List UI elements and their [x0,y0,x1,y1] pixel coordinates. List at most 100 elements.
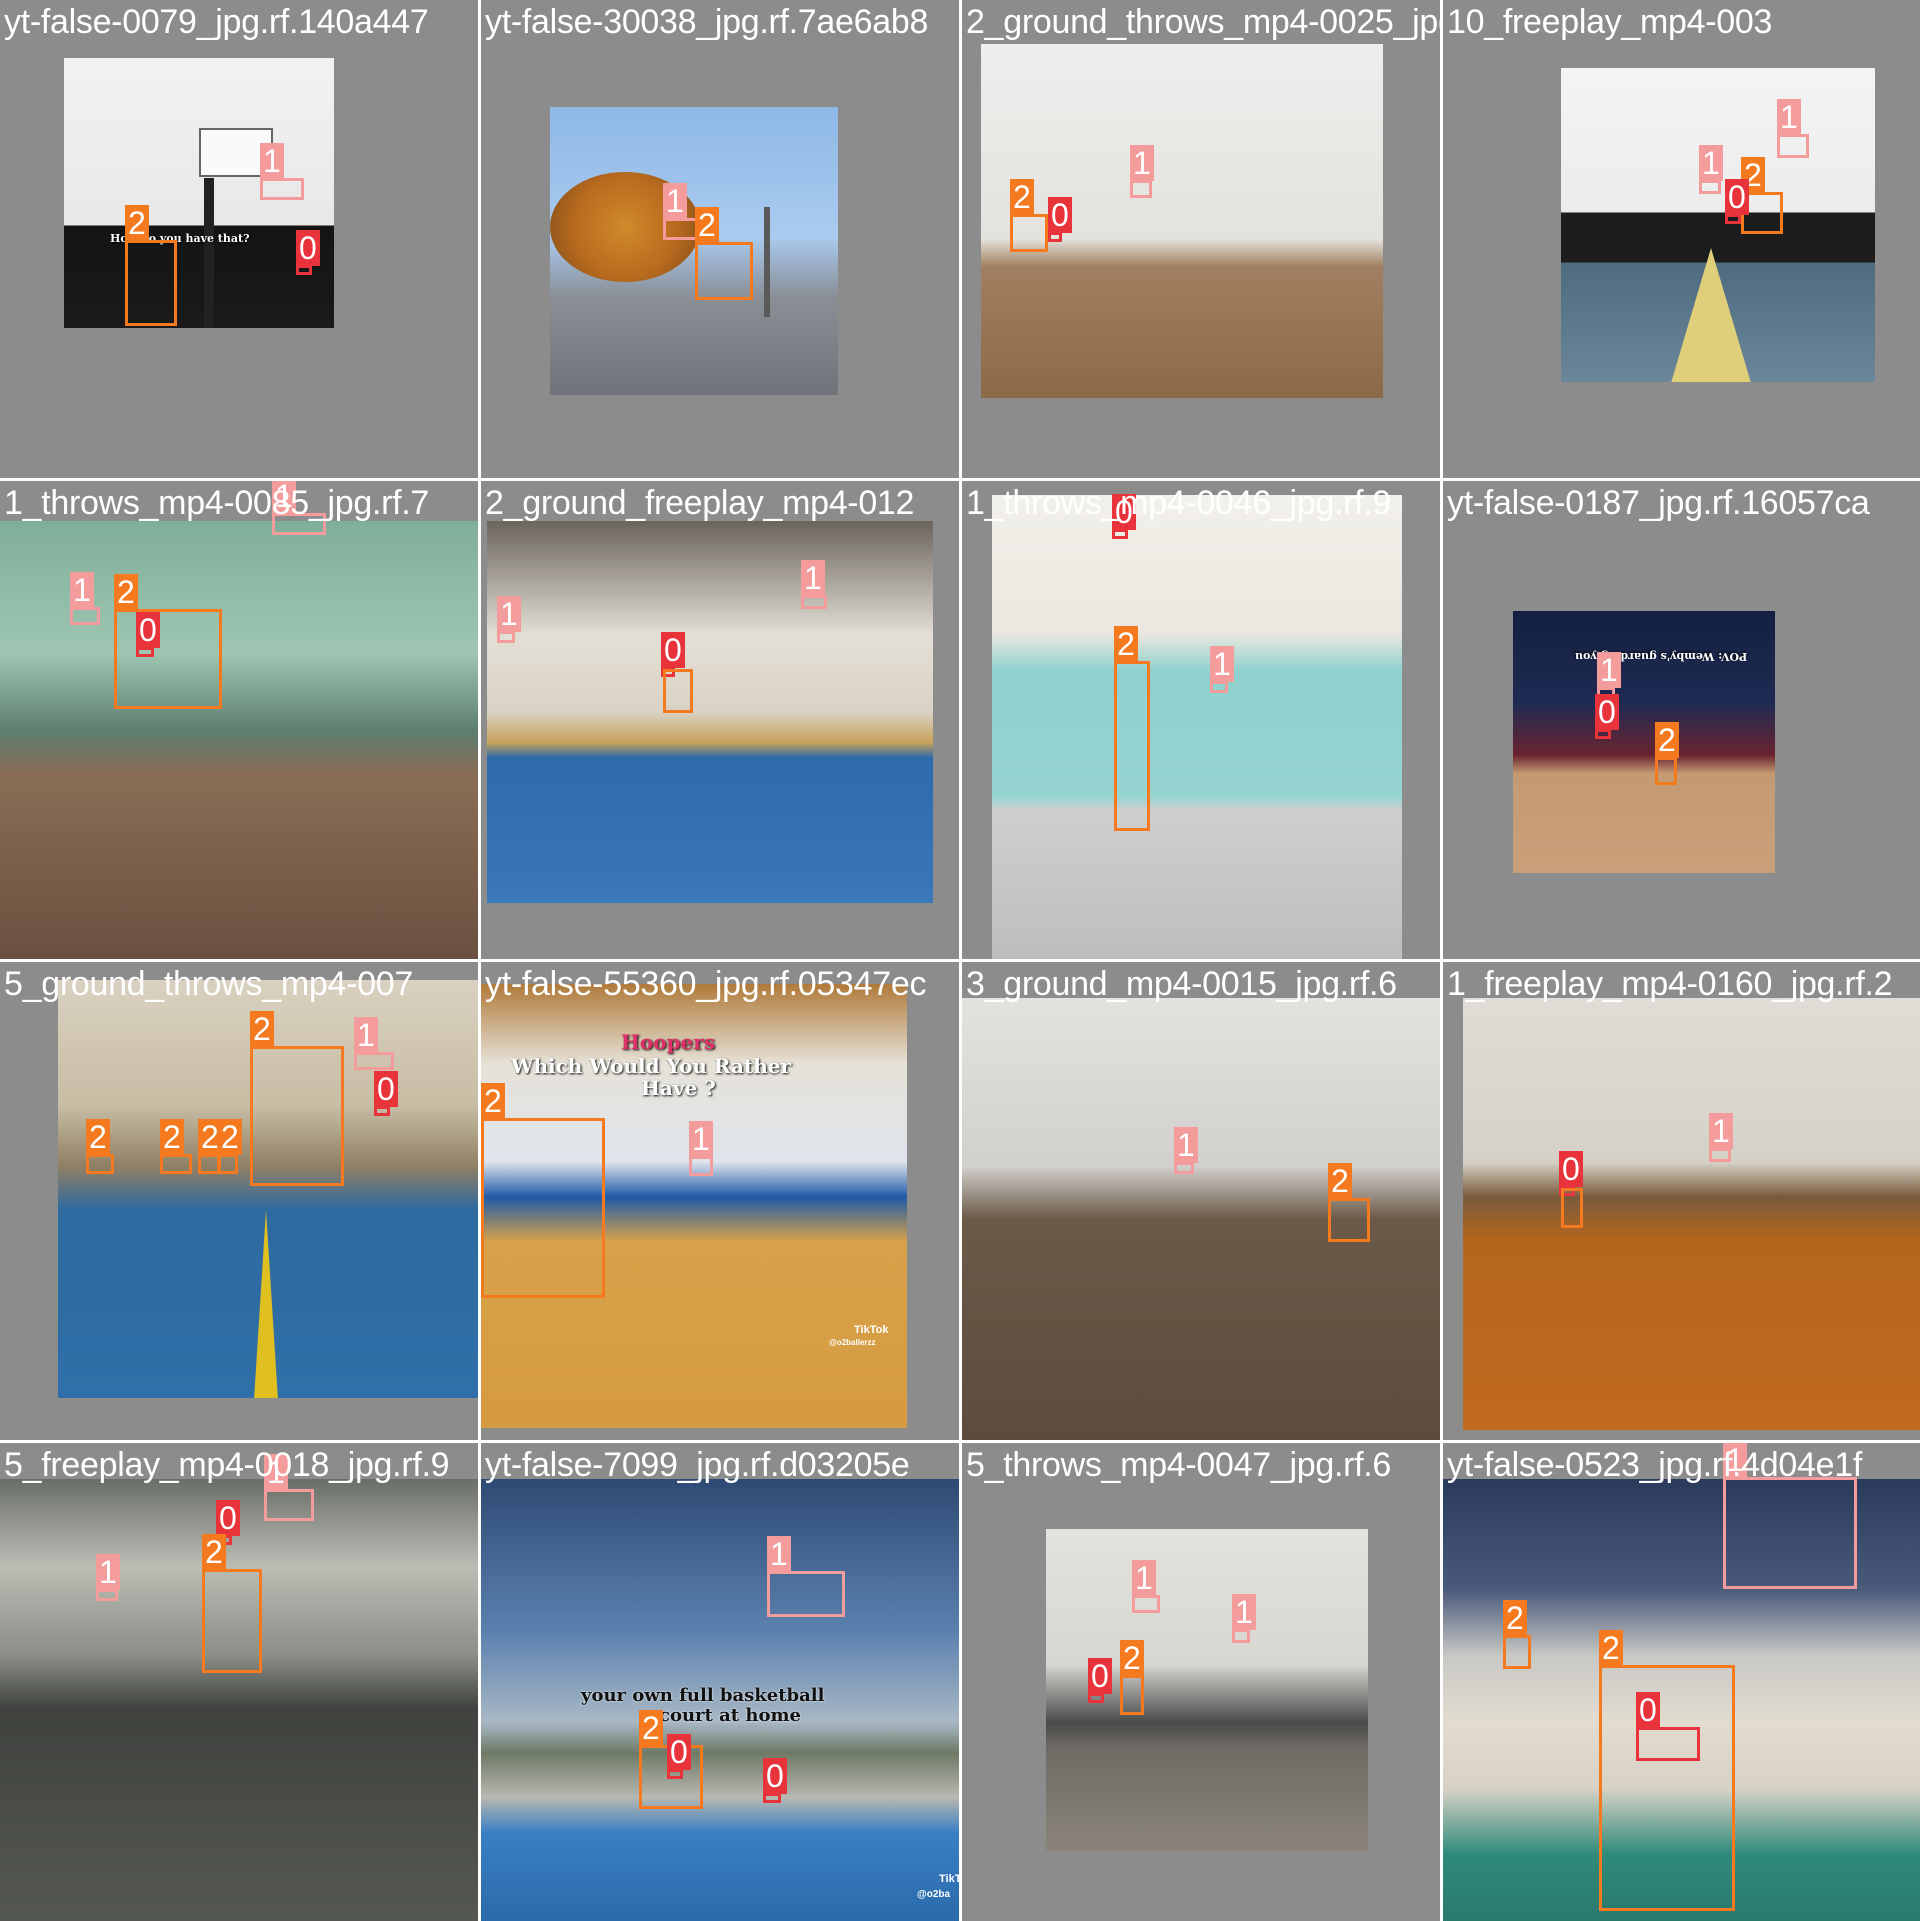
detection-box: 0 [136,612,160,657]
detection-box [663,669,693,713]
detection-tag: 2 [218,1119,242,1155]
tile-6: 1 1 0 2_ground_freeplay_mp4-012 [481,481,959,959]
detection-box: 0 [1088,1658,1112,1703]
detection-box: 1 [1132,1560,1160,1613]
tile-label: 5_ground_throws_mp4-007 [4,965,413,1003]
detection-tag: 1 [689,1121,713,1157]
tile-label: yt-false-55360_jpg.rf.05347ec [485,965,927,1003]
detection-box: 2 [1655,722,1679,785]
tile-8: POV: Wemby's guarding you 1 0 2 yt-false… [1443,481,1920,959]
tile-label: 1_freeplay_mp4-0160_jpg.rf.2 [1447,965,1893,1003]
tile-label: 5_throws_mp4-0047_jpg.rf.6 [966,1446,1392,1484]
detection-tag: 0 [1725,179,1749,215]
tiktok-watermark: TikTok [854,1324,889,1336]
detection-box: 1 [1174,1127,1198,1174]
detection-box: 0 [1725,179,1749,224]
detection-tag: 2 [202,1534,226,1570]
detection-box: 1 [801,560,827,609]
detection-box: 2 [1328,1163,1370,1242]
detection-tag: 2 [1120,1640,1144,1676]
detection-box: 0 [1048,197,1072,242]
detection-box: 2 [1503,1600,1531,1669]
detection-tag: 1 [767,1536,791,1572]
detection-tag: 0 [1636,1692,1660,1728]
detection-tag: 1 [96,1554,120,1590]
tile-label: yt-false-0523_jpg.rf.4d04e1f [1447,1446,1862,1484]
detection-tag: 1 [663,183,687,219]
tile-label: 1_throws_mp4-0046_jpg.rf.9 [966,484,1392,522]
detection-box: 2 [125,205,177,326]
detection-box: 0 [667,1734,691,1779]
detection-box: 2 [1010,179,1048,252]
tile-13: 0 1 1 2 5_freeplay_mp4-0018_jpg.rf.9 [0,1443,478,1921]
tile-7: 1 0 2 1_throws_mp4-0046_jpg.rf.9 [962,481,1440,959]
detection-box: 2 [250,1011,344,1186]
detection-tag: 2 [1328,1163,1352,1199]
detection-tag: 2 [639,1710,663,1746]
watermark-handle: @o2ballerzz [829,1338,876,1347]
detection-tag: 2 [250,1011,274,1047]
detection-box: 2 [1120,1640,1144,1715]
backboard-pole [204,178,214,328]
video-caption: Which Would You Rather [511,1054,791,1078]
detection-box: 2 [218,1119,242,1174]
tile-14: your own full basketball court at home T… [481,1443,959,1921]
tile-1: How do you have that? 1 2 0 yt-false-007… [0,0,478,478]
detection-tag: 2 [1503,1600,1527,1636]
tile-2: 1 2 yt-false-30038_jpg.rf.7ae6ab8 [481,0,959,478]
detection-tag: 1 [497,596,521,632]
detection-box [1561,1188,1583,1228]
detection-tag: 2 [86,1119,110,1155]
detection-tag: 2 [1655,722,1679,758]
tile-10: Hoopers Which Would You Rather Have ? Ti… [481,962,959,1440]
gym-photo [0,1479,478,1921]
detection-box: 0 [374,1071,398,1116]
tile-4: 1 1 2 0 10_freeplay_mp4-003 [1443,0,1920,478]
lane-line [1671,248,1751,382]
detection-tag: 1 [1174,1127,1198,1163]
tile-label: yt-false-0187_jpg.rf.16057ca [1447,484,1870,522]
center-line [254,1210,278,1398]
tile-label: 2_ground_throws_mp4-0025_jpg.rf.4 [966,3,1440,41]
detection-box: 2 [202,1534,262,1673]
detection-box: 0 [1595,694,1619,739]
detection-tag: 2 [695,207,719,243]
detection-box: 1 [1709,1113,1733,1162]
detection-box: 1 [1232,1594,1256,1643]
detection-tag: 0 [136,612,160,648]
detection-box: 2 [481,1083,605,1298]
tile-label: 10_freeplay_mp4-003 [1447,3,1773,41]
detection-box: 1 [96,1554,120,1601]
detection-tag: 1 [1777,99,1801,135]
detection-tag: 0 [1595,694,1619,730]
detection-box: 2 [114,574,222,709]
detection-tag: 2 [1114,626,1138,662]
detection-box: 2 [695,207,753,300]
detection-tag: 2 [114,574,138,610]
detection-tag: 0 [374,1071,398,1107]
tile-3: 1 2 0 2_ground_throws_mp4-0025_jpg.rf.4 [962,0,1440,478]
detection-tag: 1 [1210,646,1234,682]
detection-tag: 0 [296,230,320,266]
detection-box: 1 [689,1121,713,1176]
tile-9: 2 1 0 2 2 2 2 5_ground_throws_mp4-007 [0,962,478,1440]
tile-15: 1 1 2 0 5_throws_mp4-0047_jpg.rf.6 [962,1443,1440,1921]
outdoor-court-photo [550,107,838,395]
detection-tag: 1 [1130,145,1154,181]
tile-label: 1_throws_mp4-0085_jpg.rf.7 [4,484,430,522]
tile-5: 1 1 2 0 1_throws_mp4-0085_jpg.rf.7 [0,481,478,959]
detection-tag: 2 [481,1083,505,1119]
detection-box: 1 [1130,145,1154,198]
detection-tag: 1 [1132,1560,1156,1596]
caption-title: Hoopers [621,1030,716,1054]
detection-tag: 0 [1559,1151,1583,1187]
detection-tag: 0 [1088,1658,1112,1694]
detection-tag: 2 [1010,179,1034,215]
tile-label: yt-false-30038_jpg.rf.7ae6ab8 [485,3,929,41]
tile-11: 1 2 3_ground_mp4-0015_jpg.rf.6 [962,962,1440,1440]
detection-box: 2 [1599,1630,1735,1911]
detection-tag: 1 [354,1017,378,1053]
detection-box: 2 [198,1119,222,1174]
tiktok-watermark: TikTok [939,1873,959,1885]
hoop-pole [764,207,770,317]
